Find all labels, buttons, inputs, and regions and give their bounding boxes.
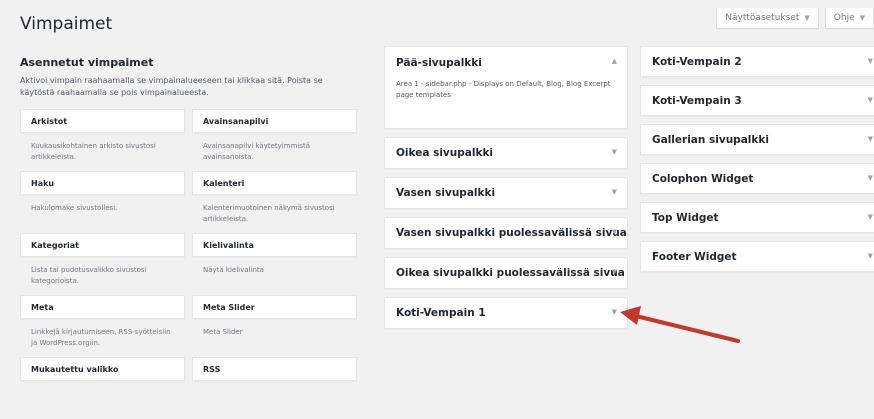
sidebar-column-secondary: Koti-Vempain 2 ▼ Koti-Vempain 3 ▼ Galler… [640, 46, 874, 280]
widget-item[interactable]: Kielivalinta Näytä kielivalinta [192, 233, 357, 295]
widget-title[interactable]: Mukautettu valikko [20, 357, 185, 381]
triangle-down-icon[interactable]: ▼ [868, 252, 873, 260]
widget-item[interactable]: Kalenteri Kalenterimuotoinen näkymä sivu… [192, 171, 357, 233]
sidebar-area-header[interactable]: Oikea sivupalkki puolessavälissä sivua [385, 258, 627, 288]
widget-description: Linkkejä kirjautumiseen, RSS-syötteisiin… [31, 328, 171, 347]
sidebar-area-top-widget[interactable]: Top Widget ▼ [640, 202, 874, 233]
widget-title[interactable]: Meta Slider [192, 295, 357, 319]
widget-description: Meta Slider [203, 328, 243, 336]
triangle-down-icon[interactable]: ▼ [612, 188, 617, 196]
sidebar-area-header[interactable]: Koti-Vempain 1 [385, 298, 627, 328]
widget-item[interactable]: RSS [192, 357, 357, 419]
sidebar-area-colophon-widget[interactable]: Colophon Widget ▼ [640, 163, 874, 194]
sidebar-area-name: Vasen sivupalkki [396, 187, 496, 199]
sidebar-area-gallerian-sivupalkki[interactable]: Gallerian sivupalkki ▼ [640, 124, 874, 155]
sidebar-area-koti-vempain-1[interactable]: Koti-Vempain 1 ▼ [384, 297, 628, 329]
sidebar-area-name: Footer Widget [652, 250, 737, 263]
sidebar-column-main: Pää-sivupalkki ▲ Area 1 - sidebar.php - … [384, 46, 628, 337]
widget-item[interactable]: Avainsanapilvi Avainsanapilvi käytetyimm… [192, 109, 357, 171]
sidebar-area-koti-vempain-3[interactable]: Koti-Vempain 3 ▼ [640, 85, 874, 116]
triangle-down-icon[interactable]: ▼ [868, 213, 873, 221]
triangle-down-icon[interactable]: ▼ [612, 308, 617, 316]
sidebar-area-oikea-sivupalkki[interactable]: Oikea sivupalkki ▼ [384, 137, 628, 169]
widget-description: Lista tai pudotusvalikko sivustosi kateg… [31, 266, 147, 285]
chevron-down-icon: ▼ [859, 14, 865, 22]
help-label: Ohje [833, 13, 855, 23]
available-widgets-heading: Asennetut vimpaimet [20, 56, 154, 69]
sidebar-area-header[interactable]: Colophon Widget [641, 164, 874, 193]
widget-title[interactable]: Avainsanapilvi [192, 109, 357, 133]
widget-item[interactable]: Meta Slider Meta Slider [192, 295, 357, 357]
sidebar-area-name: Pää-sivupalkki [396, 57, 482, 69]
sidebar-area-koti-vempain-2[interactable]: Koti-Vempain 2 ▼ [640, 46, 874, 77]
triangle-down-icon[interactable]: ▼ [868, 135, 873, 143]
sidebar-area-name: Gallerian sivupalkki [652, 133, 769, 146]
widget-item[interactable]: Meta Linkkejä kirjautumiseen, RSS-syötte… [20, 295, 185, 357]
triangle-down-icon[interactable]: ▼ [612, 148, 617, 156]
widget-description: Hakulomake sivustollesi. [31, 204, 118, 212]
widget-description: Kalenterimuotoinen näkymä sivustosi arti… [203, 204, 335, 223]
widget-list: Arkistot Kuukausikohtainen arkisto sivus… [20, 109, 357, 419]
chevron-down-icon: ▼ [804, 14, 810, 22]
sidebar-area-name: Oikea sivupalkki puolessavälissä sivua [396, 267, 625, 279]
widget-description: Avainsanapilvi käytetyimmistä avainsanoi… [203, 142, 311, 161]
widget-title[interactable]: Haku [20, 171, 185, 195]
available-widgets-description: Aktivoi vimpain raahaamalla se vimpainal… [20, 76, 323, 97]
arrow-shaft [634, 314, 740, 343]
widget-title[interactable]: Kalenteri [192, 171, 357, 195]
widget-description: Näytä kielivalinta [203, 266, 264, 274]
sidebar-area-footer-widget[interactable]: Footer Widget ▼ [640, 241, 874, 272]
sidebar-area-header[interactable]: Vasen sivupalkki [385, 178, 627, 208]
triangle-down-icon[interactable]: ▼ [612, 268, 617, 276]
widget-description [192, 381, 357, 419]
widget-title[interactable]: Kategoriat [20, 233, 185, 257]
sidebar-area-header[interactable]: Koti-Vempain 3 [641, 86, 874, 115]
page-title: Vimpaimet [20, 14, 113, 34]
sidebar-area-header[interactable]: Vasen sivupalkki puolessavälissä sivua [385, 218, 627, 248]
widget-title[interactable]: RSS [192, 357, 357, 381]
help-button[interactable]: Ohje ▼ [824, 8, 874, 29]
sidebar-area-header[interactable]: Gallerian sivupalkki [641, 125, 874, 154]
widget-item[interactable]: Kategoriat Lista tai pudotusvalikko sivu… [20, 233, 185, 295]
widget-title[interactable]: Arkistot [20, 109, 185, 133]
widget-title[interactable]: Meta [20, 295, 185, 319]
sidebar-area-header[interactable]: Pää-sivupalkki [385, 47, 627, 79]
widget-description [20, 381, 185, 419]
widget-title[interactable]: Kielivalinta [192, 233, 357, 257]
sidebar-area-header[interactable]: Footer Widget [641, 242, 874, 271]
triangle-down-icon[interactable]: ▼ [868, 96, 873, 104]
sidebar-area-name: Koti-Vempain 3 [652, 94, 742, 107]
sidebar-area-description: Area 1 - sidebar.php - Displays on Defau… [396, 80, 611, 99]
available-widgets: Asennetut vimpaimet Aktivoi vimpain raah… [20, 56, 357, 419]
sidebar-area-header[interactable]: Koti-Vempain 2 [641, 47, 874, 76]
triangle-up-icon[interactable]: ▲ [612, 57, 617, 65]
sidebar-area-vasen-puolessavalissa[interactable]: Vasen sivupalkki puolessavälissä sivua ▼ [384, 217, 628, 249]
widget-item[interactable]: Haku Hakulomake sivustollesi. [20, 171, 185, 233]
sidebar-area-name: Vasen sivupalkki puolessavälissä sivua [396, 227, 627, 239]
screen-meta-links: Näyttöasetukset ▼ Ohje ▼ [716, 8, 874, 29]
sidebar-area-header[interactable]: Oikea sivupalkki [385, 138, 627, 168]
widget-description: Kuukausikohtainen arkisto sivustosi arti… [31, 142, 156, 161]
sidebar-area-name: Top Widget [652, 211, 719, 224]
widget-item[interactable]: Arkistot Kuukausikohtainen arkisto sivus… [20, 109, 185, 171]
sidebar-area-vasen-sivupalkki[interactable]: Vasen sivupalkki ▼ [384, 177, 628, 209]
sidebar-area-name: Colophon Widget [652, 172, 754, 185]
sidebar-area-paa-sivupalkki[interactable]: Pää-sivupalkki ▲ Area 1 - sidebar.php - … [384, 46, 628, 129]
triangle-down-icon[interactable]: ▼ [868, 57, 873, 65]
triangle-down-icon[interactable]: ▼ [612, 228, 617, 236]
sidebar-area-oikea-puolessavalissa[interactable]: Oikea sivupalkki puolessavälissä sivua ▼ [384, 257, 628, 289]
sidebar-area-name: Koti-Vempain 1 [396, 307, 486, 319]
sidebar-area-name: Oikea sivupalkki [396, 147, 494, 159]
triangle-down-icon[interactable]: ▼ [868, 174, 873, 182]
screen-options-button[interactable]: Näyttöasetukset ▼ [716, 8, 819, 29]
sidebar-area-header[interactable]: Top Widget [641, 203, 874, 232]
sidebar-area-name: Koti-Vempain 2 [652, 55, 742, 68]
widget-item[interactable]: Mukautettu valikko [20, 357, 185, 419]
screen-options-label: Näyttöasetukset [725, 13, 800, 23]
